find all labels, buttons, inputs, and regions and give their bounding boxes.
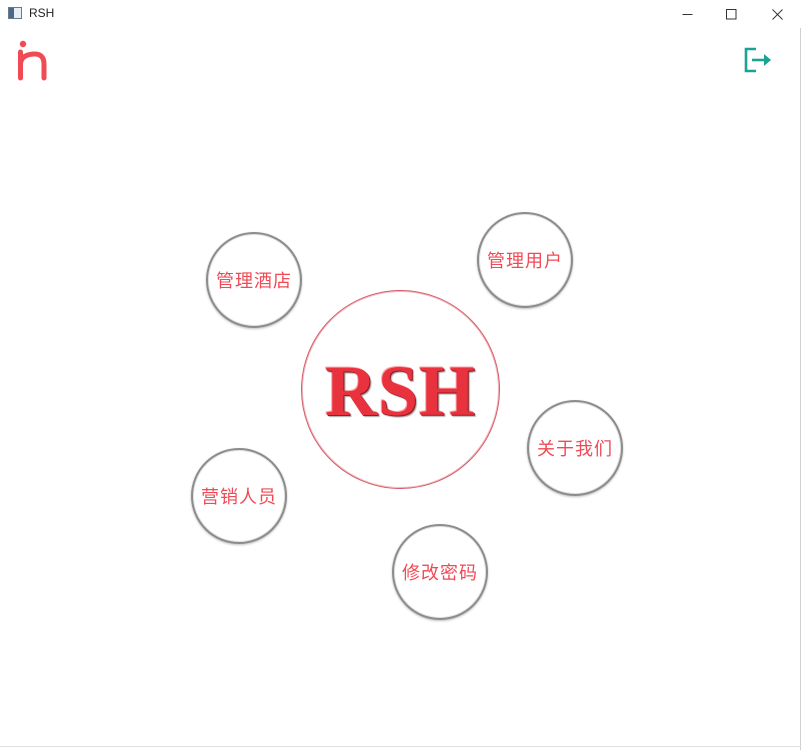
window-bottom-border — [0, 746, 801, 747]
h-logo-icon — [18, 40, 47, 81]
center-logo: RSH — [301, 290, 500, 489]
logout-icon — [744, 47, 771, 73]
close-icon — [771, 8, 783, 20]
change-password-label: 修改密码 — [402, 563, 478, 584]
change-password-button[interactable]: 修改密码 — [392, 524, 488, 620]
maximize-button[interactable] — [708, 0, 754, 28]
app-window: RSH RSH 管理酒店 管理用户 关于我们 营销人员 修改密码 — [0, 0, 801, 750]
manage-users-label: 管理用户 — [487, 251, 563, 272]
close-button[interactable] — [754, 0, 800, 28]
manage-hotels-label: 管理酒店 — [216, 271, 292, 292]
minimize-button[interactable] — [664, 0, 710, 28]
app-icon — [8, 7, 22, 19]
manage-users-button[interactable]: 管理用户 — [477, 212, 573, 308]
window-title: RSH — [29, 6, 55, 20]
about-us-button[interactable]: 关于我们 — [527, 400, 623, 496]
center-title: RSH — [324, 350, 477, 431]
maximize-icon — [725, 8, 736, 19]
about-us-label: 关于我们 — [537, 439, 613, 460]
minimize-icon — [682, 13, 692, 15]
marketing-staff-label: 营销人员 — [201, 487, 277, 508]
manage-hotels-button[interactable]: 管理酒店 — [206, 232, 302, 328]
logout-button[interactable] — [742, 45, 776, 75]
marketing-staff-button[interactable]: 营销人员 — [191, 448, 287, 544]
title-bar: RSH — [0, 0, 801, 28]
